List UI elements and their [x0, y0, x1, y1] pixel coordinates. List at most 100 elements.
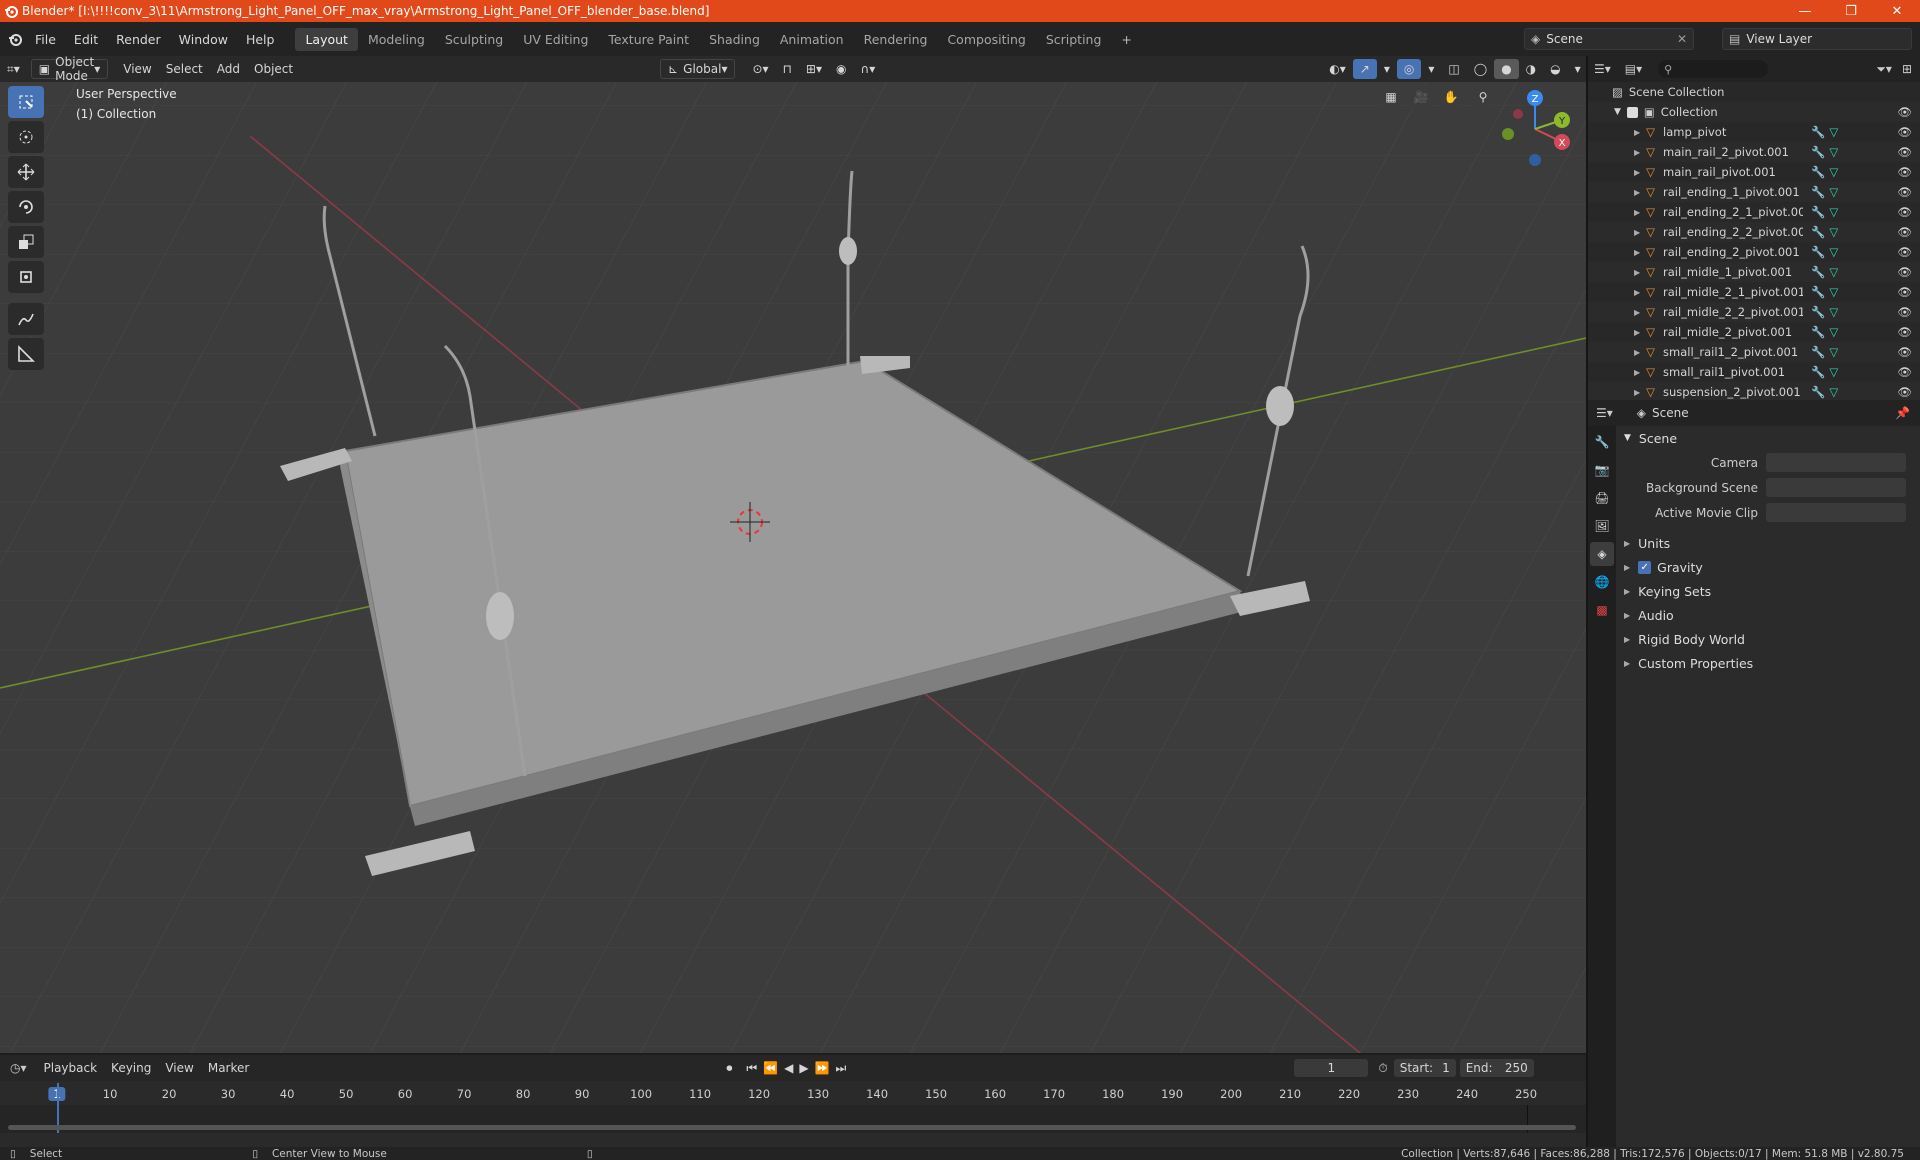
mesh-data-icon[interactable]: ▽	[1829, 325, 1838, 339]
measure-icon[interactable]	[8, 338, 44, 370]
tab-compositing[interactable]: Compositing	[937, 28, 1035, 51]
eye-icon[interactable]: 👁	[1897, 265, 1912, 279]
start-frame-field[interactable]: Start: 1	[1393, 1059, 1456, 1077]
tab-uv-editing[interactable]: UV Editing	[513, 28, 598, 51]
eye-icon[interactable]: 👁	[1897, 325, 1912, 339]
rendered-shading-icon[interactable]: ◒	[1543, 59, 1567, 79]
mode-selector[interactable]: ▣ Object Mode ▾	[30, 56, 109, 83]
eye-icon[interactable]: 👁	[1897, 245, 1912, 259]
menu-render[interactable]: Render	[107, 32, 170, 47]
clock-icon[interactable]: ⏱	[1378, 1061, 1387, 1076]
scale-icon[interactable]	[8, 226, 44, 258]
background-scene-picker[interactable]	[1766, 478, 1906, 497]
outliner-item[interactable]: ▶ ▽ main_rail_pivot.001 🔧 ▽ 👁	[1588, 162, 1920, 182]
mesh-data-icon[interactable]: ▽	[1829, 245, 1838, 259]
scene-tab-icon[interactable]: ◈	[1590, 542, 1614, 566]
outliner-item[interactable]: ▶ ▽ rail_midle_2_pivot.001 🔧 ▽ 👁	[1588, 322, 1920, 342]
chevron-right-icon[interactable]: ▶	[1634, 188, 1640, 197]
eye-icon[interactable]: 👁	[1897, 385, 1912, 399]
menu-help[interactable]: Help	[237, 32, 284, 47]
scene-panel-header[interactable]: ▼ Scene	[1618, 426, 1920, 450]
pivot-point-icon[interactable]: ⊙▾	[745, 59, 775, 79]
chevron-right-icon[interactable]: ▶	[1634, 208, 1640, 217]
outliner-item[interactable]: ▶ ▽ rail_ending_2_pivot.001 🔧 ▽ 👁	[1588, 242, 1920, 262]
chevron-right-icon[interactable]: ▶	[1634, 128, 1640, 137]
camera-picker[interactable]	[1766, 453, 1906, 472]
timeline-track[interactable]	[0, 1083, 1586, 1133]
modifier-icon[interactable]: 🔧	[1811, 245, 1825, 259]
modifier-icon[interactable]: 🔧	[1811, 185, 1825, 199]
properties-panel-header[interactable]: ▶ Keying Sets	[1618, 579, 1920, 603]
modifier-icon[interactable]: 🔧	[1811, 325, 1825, 339]
outliner-item[interactable]: ▶ ▽ rail_midle_1_pivot.001 🔧 ▽ 👁	[1588, 262, 1920, 282]
proportional-edit-icon[interactable]: ◉	[829, 59, 853, 79]
outliner-item[interactable]: ▶ ▽ rail_ending_2_2_pivot.001 🔧 ▽ 👁	[1588, 222, 1920, 242]
menu-view[interactable]: View	[116, 59, 158, 79]
outliner-item[interactable]: ▶ ▽ main_rail_2_pivot.001 🔧 ▽ 👁	[1588, 142, 1920, 162]
collection-row[interactable]: ▼ ▣ Collection 👁	[1588, 102, 1920, 122]
mesh-data-icon[interactable]: ▽	[1829, 125, 1838, 139]
falloff-icon[interactable]: ∩▾	[853, 59, 882, 79]
render-tab-icon[interactable]: 📷	[1590, 458, 1614, 482]
view-menu[interactable]: View	[158, 1058, 200, 1078]
snap-target-icon[interactable]: ⊞▾	[799, 59, 829, 79]
mesh-data-icon[interactable]: ▽	[1829, 145, 1838, 159]
view-layer-tab-icon[interactable]: 🖼	[1590, 514, 1614, 538]
record-icon[interactable]: ⏺	[726, 1061, 732, 1076]
properties-panel-header[interactable]: ▶ Units	[1618, 531, 1920, 555]
overlay-toggle-icon[interactable]: ◎	[1396, 59, 1422, 79]
modifier-icon[interactable]: 🔧	[1811, 125, 1825, 139]
menu-object[interactable]: Object	[247, 59, 300, 79]
chevron-right-icon[interactable]: ▶	[1634, 248, 1640, 257]
menu-edit[interactable]: Edit	[65, 32, 107, 47]
outliner-item[interactable]: ▶ ▽ rail_midle_2_1_pivot.001 🔧 ▽ 👁	[1588, 282, 1920, 302]
frame-ruler[interactable]: 1102030405060708090100110120130140150160…	[0, 1083, 1586, 1105]
mesh-data-icon[interactable]: ▽	[1829, 165, 1838, 179]
eye-icon[interactable]: 👁	[1897, 305, 1912, 319]
new-collection-icon[interactable]: ⊞	[1902, 62, 1912, 76]
outliner-item[interactable]: ▶ ▽ small_rail1_2_pivot.001 🔧 ▽ 👁	[1588, 342, 1920, 362]
material-shading-icon[interactable]: ◑	[1519, 59, 1543, 79]
overlay-menu-icon[interactable]: ▾	[1421, 59, 1441, 79]
modifier-icon[interactable]: 🔧	[1811, 225, 1825, 239]
chevron-right-icon[interactable]: ▶	[1634, 388, 1640, 397]
texture-tab-icon[interactable]: ▩	[1590, 598, 1614, 622]
scene-collection-row[interactable]: ▨ Scene Collection	[1588, 82, 1920, 102]
tab-texture-paint[interactable]: Texture Paint	[598, 28, 699, 51]
eye-icon[interactable]: 👁	[1897, 125, 1912, 139]
modifier-icon[interactable]: 🔧	[1811, 285, 1825, 299]
playback-menu[interactable]: Playback	[37, 1058, 105, 1078]
chevron-right-icon[interactable]: ▶	[1634, 168, 1640, 177]
tab-shading[interactable]: Shading	[699, 28, 770, 51]
move-icon[interactable]	[8, 156, 44, 188]
properties-panel-header[interactable]: ▶ Audio	[1618, 603, 1920, 627]
tab-layout[interactable]: Layout	[295, 27, 358, 51]
display-mode-icon[interactable]: ▤▾	[1625, 62, 1642, 76]
modifier-icon[interactable]: 🔧	[1811, 165, 1825, 179]
chevron-right-icon[interactable]: ▶	[1634, 368, 1640, 377]
mesh-data-icon[interactable]: ▽	[1829, 225, 1838, 239]
mesh-data-icon[interactable]: ▽	[1829, 305, 1838, 319]
eye-icon[interactable]: 👁	[1897, 165, 1912, 179]
editor-type-button[interactable]: ⌗▾	[0, 59, 27, 79]
mesh-data-icon[interactable]: ▽	[1829, 185, 1838, 199]
close-icon[interactable]: ✕	[1677, 32, 1687, 46]
scene-selector[interactable]: ◈ Scene ✕	[1524, 28, 1694, 50]
shading-menu-icon[interactable]: ▾	[1568, 59, 1586, 79]
menu-add[interactable]: Add	[210, 59, 247, 79]
xray-icon[interactable]: ◫	[1441, 59, 1466, 79]
properties-panel-header[interactable]: ▶ ✓ Gravity	[1618, 555, 1920, 579]
close-button[interactable]: ✕	[1874, 4, 1920, 19]
filter-icon[interactable]: ⏷▾	[1876, 62, 1892, 77]
mesh-data-icon[interactable]: ▽	[1829, 205, 1838, 219]
editor-type-icon[interactable]: ◷▾	[10, 1061, 27, 1075]
solid-shading-icon[interactable]: ●	[1494, 59, 1519, 79]
properties-panel-header[interactable]: ▶ Custom Properties	[1618, 651, 1920, 675]
mesh-data-icon[interactable]: ▽	[1829, 345, 1838, 359]
chevron-right-icon[interactable]: ▶	[1634, 228, 1640, 237]
tool-tab-icon[interactable]: 🔧	[1590, 430, 1614, 454]
pan-view-icon[interactable]: ✋	[1438, 84, 1464, 110]
minimize-button[interactable]: —	[1782, 4, 1828, 19]
add-workspace-button[interactable]: +	[1111, 28, 1141, 51]
menu-file[interactable]: File	[26, 32, 65, 47]
